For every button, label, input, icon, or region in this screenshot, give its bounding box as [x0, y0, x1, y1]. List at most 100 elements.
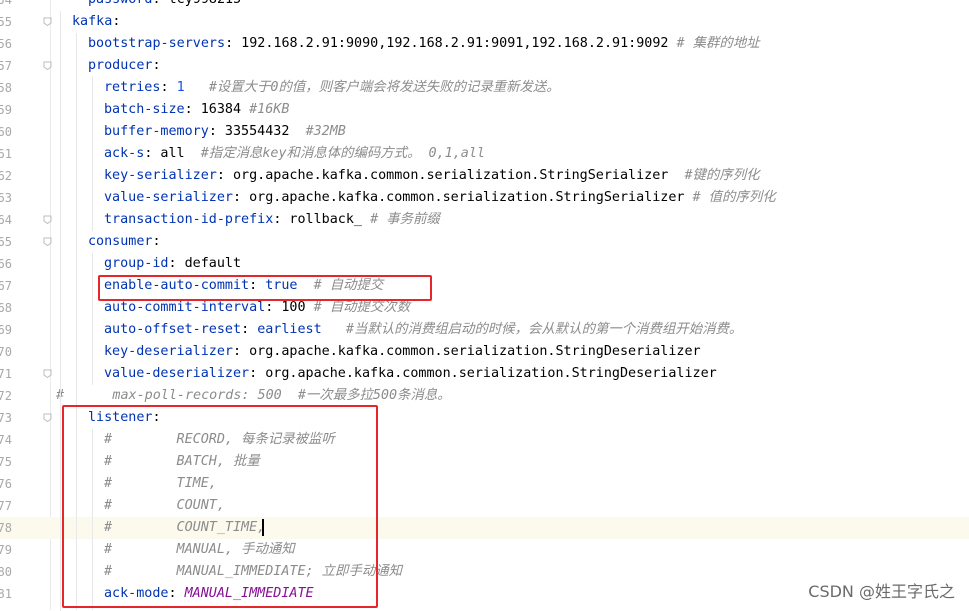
value-token: [322, 322, 346, 337]
code-text: consumer:: [88, 231, 161, 253]
value-token: :: [152, 58, 161, 73]
line-number: 68: [0, 301, 12, 315]
line-number: 58: [0, 81, 12, 95]
highlight-box-listener: [62, 405, 378, 608]
line-number: 74: [0, 433, 12, 447]
line-number: 81: [0, 587, 12, 601]
line-number: 69: [0, 323, 12, 337]
line-number: 64: [0, 213, 12, 227]
key-token: kafka: [72, 14, 113, 29]
code-text: retries: 1 #设置大于0的值，则客户端会将发送失败的记录重新发送。: [104, 77, 560, 99]
code-text: value-serializer: org.apache.kafka.commo…: [104, 187, 776, 209]
code-line[interactable]: 59 batch-size: 16384 #16KB: [0, 99, 969, 121]
key-token: buffer-memory: [104, 124, 209, 139]
line-number: 70: [0, 345, 12, 359]
comment-token: #设置大于0的值，则客户端会将发送失败的记录重新发送。: [208, 80, 560, 95]
key-token: transaction-id-prefix: [104, 212, 274, 227]
value-token: : 16384: [184, 102, 250, 117]
key-token: earliest: [257, 322, 322, 337]
value-token: : org.apache.kafka.common.serialization.…: [216, 168, 685, 183]
value-token: : all: [144, 146, 201, 161]
key-token: bootstrap-servers: [88, 36, 226, 51]
fold-marker-icon[interactable]: [43, 215, 52, 224]
code-line[interactable]: 57 producer:: [0, 55, 969, 77]
code-line[interactable]: 65 consumer:: [0, 231, 969, 253]
indent-guide: [92, 77, 93, 231]
line-number: 57: [0, 59, 12, 73]
code-text: buffer-memory: 33554432 #32MB: [104, 121, 346, 143]
indent-guide: [60, 11, 61, 611]
code-line[interactable]: 61 ack-s: all #指定消息key和消息体的编码方式。 0,1,all: [0, 143, 969, 165]
code-line[interactable]: 72 # max-poll-records: 500 #一次最多拉500条消息。: [0, 385, 969, 407]
code-text: bootstrap-servers: 192.168.2.91:9090,192…: [88, 33, 760, 55]
watermark: CSDN @姓王字氏之: [808, 582, 955, 601]
code-line[interactable]: 54 password: tcy998215: [0, 0, 969, 11]
comment-token: #16KB: [249, 102, 290, 117]
key-token: producer: [88, 58, 153, 73]
comment-token: #键的序列化: [684, 168, 760, 183]
code-text: key-serializer: org.apache.kafka.common.…: [104, 165, 759, 187]
code-line[interactable]: 60 buffer-memory: 33554432 #32MB: [0, 121, 969, 143]
code-line[interactable]: 70 key-deserializer: org.apache.kafka.com…: [0, 341, 969, 363]
key-token: value-deserializer: [104, 366, 250, 381]
line-number: 80: [0, 565, 12, 579]
fold-marker-icon[interactable]: [43, 369, 52, 378]
code-line[interactable]: 63 value-serializer: org.apache.kafka.com…: [0, 187, 969, 209]
value-token: : tcy998215: [153, 0, 242, 7]
key-token: password: [88, 0, 153, 7]
code-text: value-deserializer: org.apache.kafka.com…: [104, 363, 717, 385]
line-number: 79: [0, 543, 12, 557]
value-token: : org.apache.kafka.common.serialization.…: [233, 344, 701, 359]
key-token: consumer: [88, 234, 153, 249]
value-token: : org.apache.kafka.common.serialization.…: [233, 190, 693, 205]
line-number: 76: [0, 477, 12, 491]
value-token: : rollback_: [273, 212, 371, 227]
code-line[interactable]: 66 group-id: default: [0, 253, 969, 275]
code-text: batch-size: 16384 #16KB: [104, 99, 289, 121]
code-line[interactable]: 69 auto-offset-reset: earliest #当默认的消费组启动…: [0, 319, 969, 341]
line-number: 77: [0, 499, 12, 513]
key-token: value-serializer: [104, 190, 233, 205]
code-line[interactable]: 71 value-deserializer: org.apache.kafka.c…: [0, 363, 969, 385]
code-line[interactable]: 56 bootstrap-servers: 192.168.2.91:9090,1…: [0, 33, 969, 55]
fold-marker-icon[interactable]: [43, 413, 52, 422]
code-text: producer:: [88, 55, 161, 77]
fold-marker-icon[interactable]: [43, 17, 52, 26]
highlight-box-enable-auto-commit: [98, 275, 432, 301]
key-token: batch-size: [104, 102, 185, 117]
value-token: : 33554432: [208, 124, 306, 139]
line-number: 72: [0, 389, 12, 403]
code-line[interactable]: 64 transaction-id-prefix: rollback_ # 事务前…: [0, 209, 969, 231]
comment-token: # 自动提交次数: [313, 300, 411, 315]
comment-token: # 值的序列化: [692, 190, 776, 205]
value-token: :: [241, 322, 258, 337]
code-line[interactable]: 58 retries: 1 #设置大于0的值，则客户端会将发送失败的记录重新发送。: [0, 77, 969, 99]
code-text: ack-s: all #指定消息key和消息体的编码方式。 0,1,all: [104, 143, 485, 165]
key-token: group-id: [104, 256, 169, 271]
code-line[interactable]: 55 kafka:: [0, 11, 969, 33]
line-number: 71: [0, 367, 12, 381]
comment-token: # max-poll-records: 500 #一次最多拉500条消息。: [56, 388, 451, 403]
line-number: 75: [0, 455, 12, 469]
line-number: 67: [0, 279, 12, 293]
code-text: # max-poll-records: 500 #一次最多拉500条消息。: [56, 385, 451, 407]
code-line[interactable]: 62 key-serializer: org.apache.kafka.commo…: [0, 165, 969, 187]
key-token: key-serializer: [104, 168, 217, 183]
line-number: 66: [0, 257, 12, 271]
line-number: 63: [0, 191, 12, 205]
fold-marker-icon[interactable]: [43, 237, 52, 246]
line-number: 59: [0, 103, 12, 117]
comment-token: #32MB: [305, 124, 346, 139]
comment-token: #指定消息key和消息体的编码方式。 0,1,all: [200, 146, 485, 161]
fold-marker-icon[interactable]: [43, 61, 52, 70]
value-token: : default: [168, 256, 242, 271]
line-number: 55: [0, 15, 12, 29]
key-token: auto-commit-interval: [104, 300, 266, 315]
line-number: 65: [0, 235, 12, 249]
line-number: 61: [0, 147, 12, 161]
value-token: : 100: [265, 300, 314, 315]
value-token: :: [152, 234, 161, 249]
line-number: 60: [0, 125, 12, 139]
line-number: 73: [0, 411, 12, 425]
code-text: group-id: default: [104, 253, 241, 275]
